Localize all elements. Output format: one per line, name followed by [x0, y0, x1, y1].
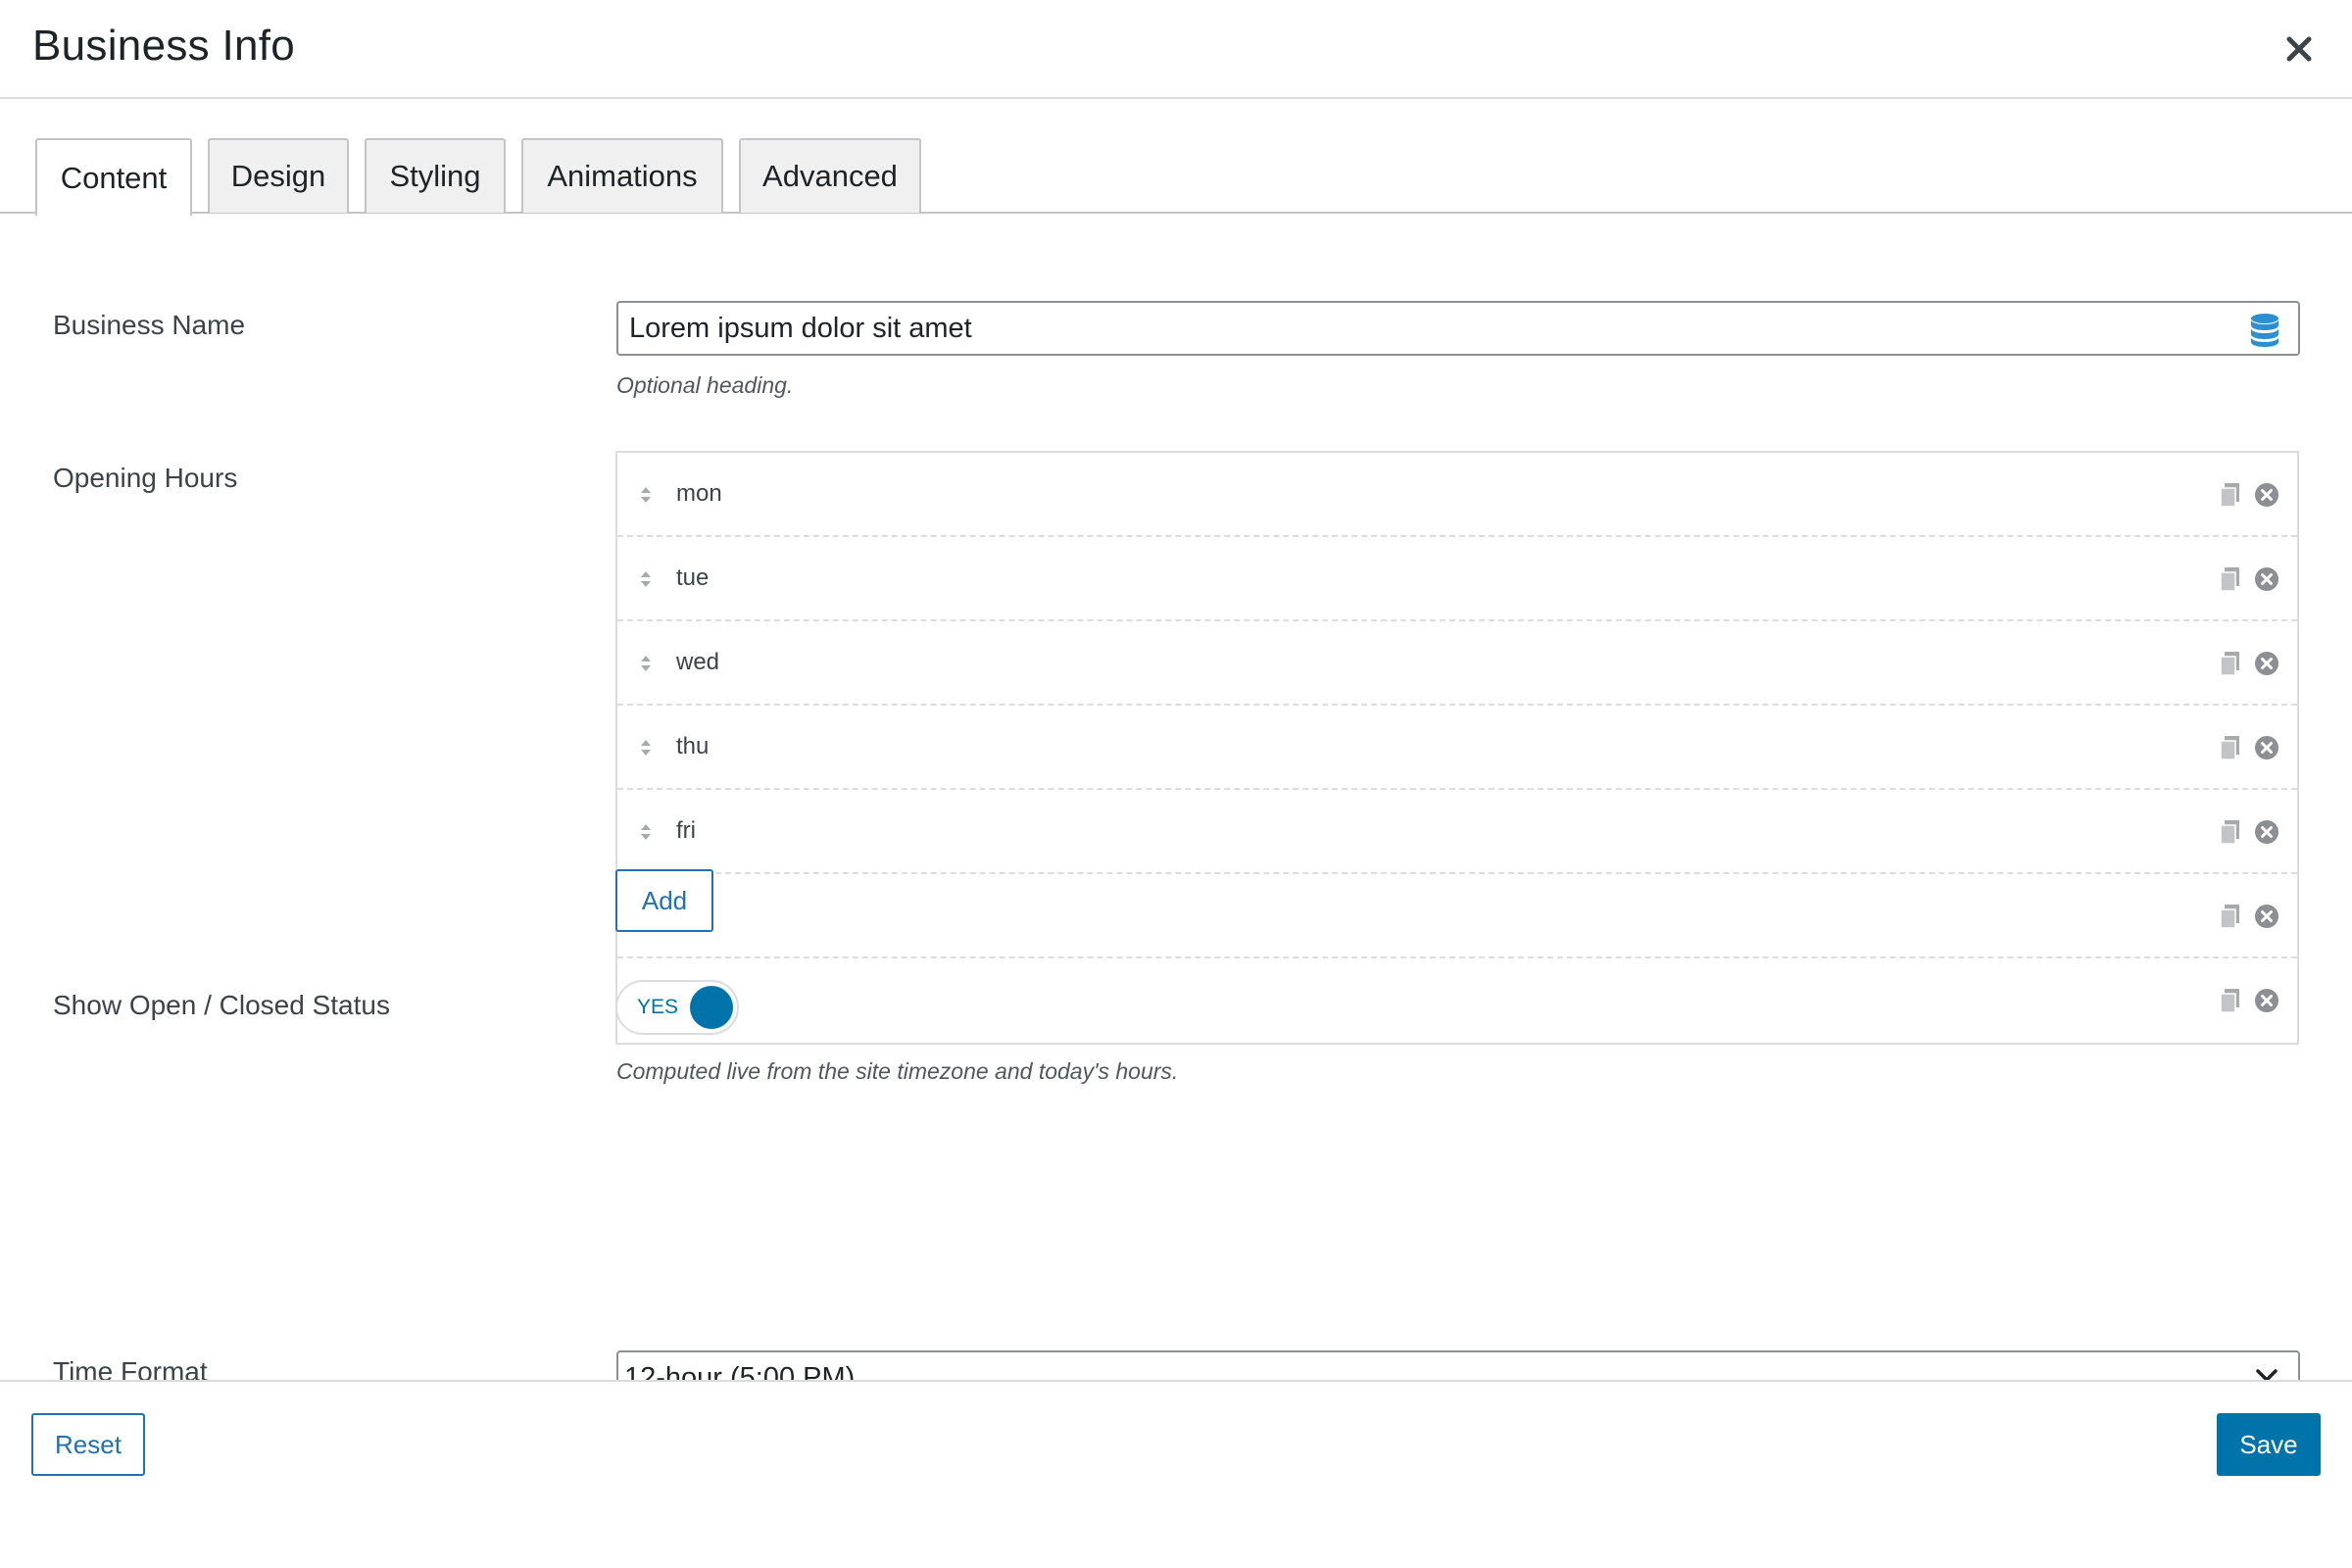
repeater-row-fri[interactable]: fri [617, 790, 2297, 874]
opening-hours-label: Opening Hours [53, 463, 238, 493]
repeater-row-label: fri [676, 817, 696, 844]
repeater-row-mon[interactable]: mon [617, 453, 2297, 537]
toggle-label: YES [637, 996, 679, 1018]
tab-content[interactable]: Content [35, 138, 192, 216]
duplicate-icon[interactable] [2219, 819, 2242, 845]
duplicate-icon[interactable] [2219, 988, 2242, 1013]
duplicate-icon[interactable] [2219, 651, 2242, 676]
repeater-row-label: mon [676, 480, 722, 507]
duplicate-icon[interactable] [2219, 735, 2242, 760]
repeater-row-sat[interactable]: sat [617, 874, 2297, 958]
open-status-toggle[interactable]: YES [615, 980, 739, 1035]
repeater-row-label: wed [676, 649, 720, 675]
open-status-help: Computed live from the site timezone and… [616, 1058, 1179, 1084]
business-name-label: Business Name [53, 310, 246, 340]
drag-handle-icon[interactable] [639, 485, 653, 505]
remove-icon[interactable] [2254, 566, 2279, 592]
drag-handle-icon[interactable] [639, 569, 653, 589]
remove-icon[interactable] [2254, 482, 2279, 508]
time-format-value: 12-hour (5:00 PM) [624, 1361, 856, 1383]
add-row-button[interactable]: Add [615, 869, 713, 932]
repeater-row-label: thu [676, 733, 710, 760]
remove-icon[interactable] [2254, 819, 2279, 845]
settings-form: Business Name Lorem ipsum dolor sit amet… [0, 216, 2352, 1382]
repeater-row-label: tue [676, 564, 710, 591]
drag-handle-icon[interactable] [639, 654, 653, 673]
duplicate-icon[interactable] [2219, 566, 2242, 592]
database-icon[interactable] [2249, 313, 2280, 348]
open-status-label: Show Open / Closed Status [53, 990, 390, 1020]
duplicate-icon[interactable] [2219, 904, 2242, 929]
business-name-input[interactable]: Lorem ipsum dolor sit amet [616, 301, 2300, 356]
modal-footer: Reset Save [0, 1380, 2352, 1568]
tab-styling[interactable]: Styling [365, 138, 506, 213]
tab-bar: Content Design Styling Animations Advanc… [0, 138, 2352, 216]
repeater-row-wed[interactable]: wed [617, 621, 2297, 706]
tab-animations[interactable]: Animations [521, 138, 723, 213]
toggle-knob [690, 986, 733, 1029]
modal-header: Business Info [0, 0, 2352, 99]
close-icon[interactable] [2281, 31, 2317, 67]
save-button[interactable]: Save [2217, 1413, 2321, 1476]
tab-design[interactable]: Design [208, 138, 349, 213]
remove-icon[interactable] [2254, 651, 2279, 676]
tab-advanced[interactable]: Advanced [739, 138, 921, 213]
opening-hours-repeater: mon tue wed thu fri [615, 451, 2299, 1045]
repeater-row-thu[interactable]: thu [617, 706, 2297, 790]
drag-handle-icon[interactable] [639, 738, 653, 758]
repeater-row-tue[interactable]: tue [617, 537, 2297, 621]
remove-icon[interactable] [2254, 904, 2279, 929]
reset-button[interactable]: Reset [31, 1413, 145, 1476]
time-format-label: Time Format [53, 1356, 208, 1382]
modal-title: Business Info [32, 22, 296, 70]
drag-handle-icon[interactable] [639, 822, 653, 842]
time-format-select[interactable]: 12-hour (5:00 PM) [616, 1350, 2300, 1382]
business-name-help: Optional heading. [616, 372, 794, 398]
remove-icon[interactable] [2254, 735, 2279, 760]
business-name-value: Lorem ipsum dolor sit amet [629, 312, 972, 344]
remove-icon[interactable] [2254, 988, 2279, 1013]
duplicate-icon[interactable] [2219, 482, 2242, 508]
repeater-row-sun[interactable]: sun [617, 958, 2297, 1043]
